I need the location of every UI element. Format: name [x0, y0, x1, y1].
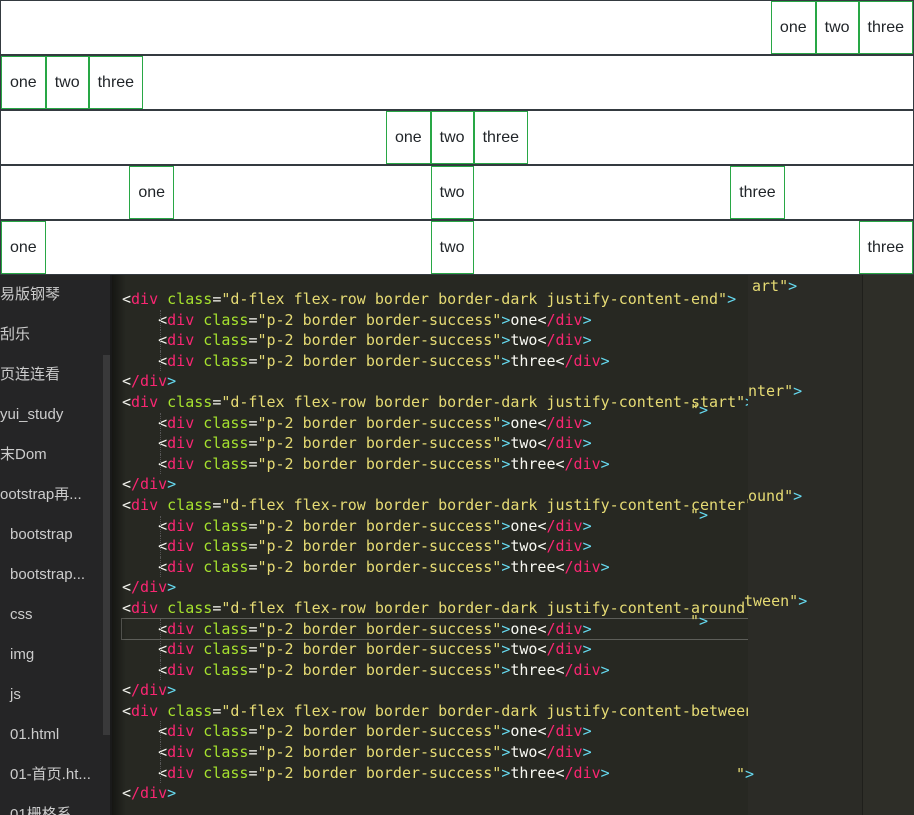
indent-guide	[160, 659, 161, 681]
code-line-flex-item[interactable]: <div class="p-2 border border-success">t…	[122, 556, 748, 578]
indent-guide	[160, 433, 161, 454]
file-tree-item[interactable]: css	[0, 595, 112, 635]
indent-guide	[160, 639, 161, 660]
code-line-flex-item[interactable]: <div class="p-2 border border-success">t…	[122, 433, 748, 454]
background-editor-pane-2	[863, 275, 914, 815]
code-line-container-close[interactable]: </div>	[122, 783, 748, 804]
file-tree-item[interactable]: 易版钢琴	[0, 275, 112, 315]
code-line-container-close[interactable]: </div>	[122, 474, 748, 495]
flex-row-between: one two three	[0, 220, 914, 275]
background-code-fragment: tween">	[744, 592, 808, 610]
code-line-container-close[interactable]: </div>	[122, 371, 748, 392]
flex-item-three: three	[730, 166, 785, 219]
code-line-flex-item[interactable]: <div class="p-2 border border-success">o…	[122, 721, 748, 743]
background-code-fragment: ">	[736, 765, 755, 783]
sidebar-scrollbar[interactable]	[103, 355, 110, 735]
indent-guide	[160, 742, 161, 763]
code-line-flex-item[interactable]: <div class="p-2 border border-success">o…	[122, 412, 748, 434]
flex-row-start: one two three	[0, 55, 914, 110]
file-explorer-sidebar[interactable]: 易版钢琴 刮乐 页连连看 yui_study 末Dom ootstrap再... boots…	[0, 275, 112, 815]
code-line-container-open[interactable]: <div class="d-flex flex-row border borde…	[122, 392, 748, 413]
indent-guide	[160, 721, 161, 743]
browser-preview-area: one two three one two three one two three one two t…	[0, 0, 914, 275]
code-line-flex-item[interactable]: <div class="p-2 border border-success">t…	[122, 742, 748, 763]
indent-guide	[160, 453, 161, 475]
flex-item-three: three	[858, 221, 913, 274]
file-tree-item[interactable]: bootstrap	[0, 515, 112, 555]
background-pane-divider	[862, 275, 863, 815]
code-line-flex-item[interactable]: <div class="p-2 border border-success">t…	[122, 536, 748, 557]
file-tree-item[interactable]: bootstrap...	[0, 555, 112, 595]
code-line-flex-item[interactable]: <div class="p-2 border border-success">o…	[120, 617, 748, 641]
flex-row-around: one two three	[0, 165, 914, 220]
file-tree-item[interactable]: 页连连看	[0, 355, 112, 395]
indent-guide	[160, 309, 161, 331]
code-editor-window: <div class="d-flex flex-row border borde…	[0, 275, 914, 815]
code-line-flex-item[interactable]: <div class="p-2 border border-success">t…	[122, 453, 748, 475]
flex-item-three: three	[473, 111, 529, 164]
code-line-container-open[interactable]: <div class="d-flex flex-row border borde…	[122, 598, 748, 619]
indent-guide	[160, 762, 161, 784]
file-tree-item[interactable]: 刮乐	[0, 315, 112, 355]
file-tree-item[interactable]: 末Dom	[0, 435, 112, 475]
flex-item-one: one	[770, 1, 816, 54]
background-code-fragment: nter">	[748, 382, 803, 400]
code-line-flex-item[interactable]: <div class="p-2 border border-success">t…	[122, 350, 748, 372]
indent-guide	[160, 618, 161, 640]
file-tree-item[interactable]: ootstrap再...	[0, 475, 112, 515]
flex-item-two: two	[430, 166, 474, 219]
code-line-container-open[interactable]: <div class="d-flex flex-row border borde…	[122, 495, 748, 516]
file-tree-item[interactable]: js	[0, 675, 112, 715]
file-tree-list[interactable]: 易版钢琴 刮乐 页连连看 yui_study 末Dom ootstrap再... boots…	[0, 275, 112, 815]
indent-guide	[160, 556, 161, 578]
flex-item-two: two	[45, 56, 89, 109]
code-line-container-close[interactable]: </div>	[122, 680, 748, 701]
code-content[interactable]: <div class="d-flex flex-row border borde…	[112, 275, 748, 804]
indent-guide	[160, 412, 161, 434]
flex-row-end: one two three	[0, 0, 914, 55]
code-line-flex-item[interactable]: <div class="p-2 border border-success">t…	[122, 659, 748, 681]
code-line-container-close[interactable]: </div>	[122, 577, 748, 598]
flex-item-two: two	[430, 221, 474, 274]
flex-row-center: one two three	[0, 110, 914, 165]
indent-guide	[160, 515, 161, 537]
background-code-fragment: art">	[752, 277, 798, 295]
flex-item-one: one	[1, 56, 46, 109]
sidebar-divider	[110, 275, 112, 815]
flex-item-one: one	[1, 221, 46, 274]
background-code-fragment: ">	[690, 612, 709, 630]
file-tree-item[interactable]: yui_study	[0, 395, 112, 435]
flex-item-two: two	[815, 1, 859, 54]
background-code-fragment: ">	[690, 401, 709, 419]
flex-item-three: three	[88, 56, 144, 109]
file-tree-item[interactable]: 01栅格系...	[0, 795, 112, 815]
flex-item-one: one	[129, 166, 175, 219]
code-line-flex-item[interactable]: <div class="p-2 border border-success">t…	[122, 330, 748, 351]
code-line-container-open[interactable]: <div class="d-flex flex-row border borde…	[122, 701, 748, 722]
flex-item-two: two	[430, 111, 474, 164]
background-code-fragment: ">	[690, 506, 709, 524]
background-code-fragment: ound">	[748, 487, 803, 505]
flex-item-one: one	[385, 111, 431, 164]
flex-item-three: three	[858, 1, 913, 54]
code-line-flex-item[interactable]: <div class="p-2 border border-success">t…	[122, 762, 748, 784]
indent-guide	[160, 330, 161, 351]
file-tree-item[interactable]: img	[0, 635, 112, 675]
code-line-flex-item[interactable]: <div class="p-2 border border-success">o…	[122, 309, 748, 331]
indent-guide	[160, 536, 161, 557]
code-pane[interactable]: <div class="d-flex flex-row border borde…	[112, 275, 748, 815]
code-line-container-open[interactable]: <div class="d-flex flex-row border borde…	[122, 289, 748, 310]
code-line-flex-item[interactable]: <div class="p-2 border border-success">o…	[122, 515, 748, 537]
code-line-flex-item[interactable]: <div class="p-2 border border-success">t…	[122, 639, 748, 660]
indent-guide	[160, 350, 161, 372]
file-tree-item[interactable]: 01.html	[0, 715, 112, 755]
file-tree-item[interactable]: 01-首页.ht...	[0, 755, 112, 795]
